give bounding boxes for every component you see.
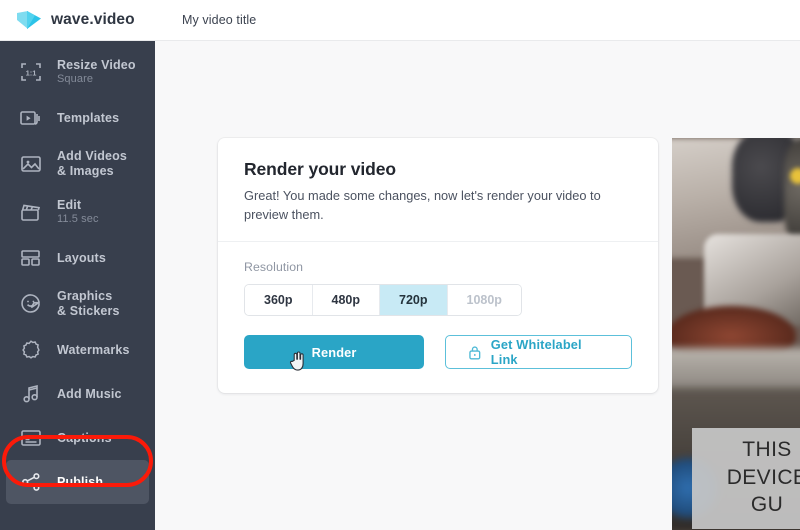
app-window: wave.video My video title 1:1 Resize Vid… (0, 0, 800, 530)
top-bar: wave.video My video title (0, 0, 800, 41)
layouts-icon (21, 250, 40, 266)
sidebar-item-publish-text: Publish (57, 475, 103, 490)
page-title: Render your video (244, 159, 396, 179)
document-title[interactable]: My video title (182, 13, 256, 27)
preview-caption-overlay: THIS DEVICE GU (692, 428, 800, 530)
resolution-option-360p[interactable]: 360p (245, 285, 313, 316)
main-content: Render your video Great! You made some c… (155, 41, 800, 530)
render-video-card: Render your video Great! You made some c… (218, 138, 658, 394)
sidebar-item-add-music-text: Add Music (57, 387, 122, 402)
lock-icon (469, 345, 481, 360)
resize-frame-icon: 1:1 (21, 63, 41, 81)
sidebar-item-sublabel: Square (57, 73, 94, 86)
resolution-option-720p[interactable]: 720p (380, 285, 448, 316)
clapperboard-icon (21, 204, 40, 221)
brand-name: wave.video (51, 11, 135, 28)
sidebar-item-add-videos-images-text: Add Videos & Images (57, 149, 127, 179)
sidebar-item-edit-text: Edit 11.5 sec (57, 198, 99, 227)
sidebar-item-graphics-stickers[interactable]: Graphics & Stickers (6, 280, 149, 328)
sidebar-item-graphics-stickers-text: Graphics & Stickers (57, 289, 120, 319)
video-preview-thumbnail[interactable]: THIS DEVICE GU (672, 138, 800, 530)
card-header: Render your video Great! You made some c… (218, 138, 658, 243)
card-description: Great! You made some changes, now let's … (244, 188, 601, 222)
templates-icon (20, 111, 40, 125)
sidebar-item-label: Resize Video (57, 57, 136, 72)
resolution-selector[interactable]: 360p 480p 720p 1080p (244, 284, 522, 317)
sidebar-item-resize-video[interactable]: 1:1 Resize Video Square (6, 48, 149, 96)
sidebar-item-label: Templates (57, 110, 120, 125)
sidebar-item-watermarks[interactable]: Watermarks (6, 328, 149, 372)
get-whitelabel-link-button[interactable]: Get Whitelabel Link (445, 335, 632, 370)
pointing-hand-cursor-icon (289, 351, 304, 371)
share-icon (22, 473, 40, 491)
sidebar-item-label: Captions (57, 430, 112, 445)
render-button[interactable]: Render (244, 335, 425, 371)
sidebar-item-sublabel: 11.5 sec (57, 213, 99, 226)
captions-icon (21, 430, 41, 446)
sidebar-item-captions[interactable]: Captions (6, 416, 149, 460)
get-whitelabel-link-label: Get Whitelabel Link (490, 337, 582, 368)
resolution-option-480p[interactable]: 480p (312, 285, 380, 316)
sidebar-item-templates-text: Templates (57, 111, 119, 126)
sidebar-item-publish[interactable]: Publish (6, 460, 149, 504)
sidebar-item-edit[interactable]: Edit 11.5 sec (6, 188, 149, 236)
sidebar-item-add-music[interactable]: Add Music (6, 372, 149, 416)
render-button-label: Render (311, 344, 357, 360)
sidebar-item-templates[interactable]: Templates (6, 96, 149, 140)
sidebar-item-layouts[interactable]: Layouts (6, 236, 149, 280)
sidebar-item-label: Add Videos & Images (57, 149, 128, 178)
wave-play-logo-icon (17, 11, 41, 29)
smiley-sticker-icon (21, 294, 40, 313)
svg-text:1:1: 1:1 (26, 69, 37, 78)
watermark-badge-icon (22, 340, 40, 359)
resolution-label: Resolution (244, 260, 304, 275)
image-icon (21, 156, 41, 172)
sidebar-item-captions-text: Captions (57, 431, 112, 446)
sidebar-item-resize-video-text: Resize Video Square (57, 58, 136, 87)
sidebar-item-label: Publish (57, 474, 104, 489)
sidebar-item-label: Add Music (57, 386, 122, 401)
card-actions: Render Get Whitelabel Link (244, 335, 632, 371)
resolution-option-1080p: 1080p (447, 285, 521, 316)
sidebar-item-watermarks-text: Watermarks (57, 343, 130, 358)
sidebar: 1:1 Resize Video Square Templates Add Vi… (0, 41, 155, 530)
sidebar-item-layouts-text: Layouts (57, 251, 106, 266)
sidebar-item-label: Watermarks (57, 342, 130, 357)
sidebar-item-label: Edit (57, 197, 82, 212)
sidebar-item-add-videos-images[interactable]: Add Videos & Images (6, 140, 149, 188)
brand[interactable]: wave.video (0, 9, 155, 31)
music-note-icon (23, 384, 38, 403)
card-body: Resolution 360p 480p 720p 1080p Render G… (218, 242, 658, 393)
sidebar-item-label: Graphics & Stickers (57, 289, 120, 318)
sidebar-item-label: Layouts (57, 250, 106, 265)
